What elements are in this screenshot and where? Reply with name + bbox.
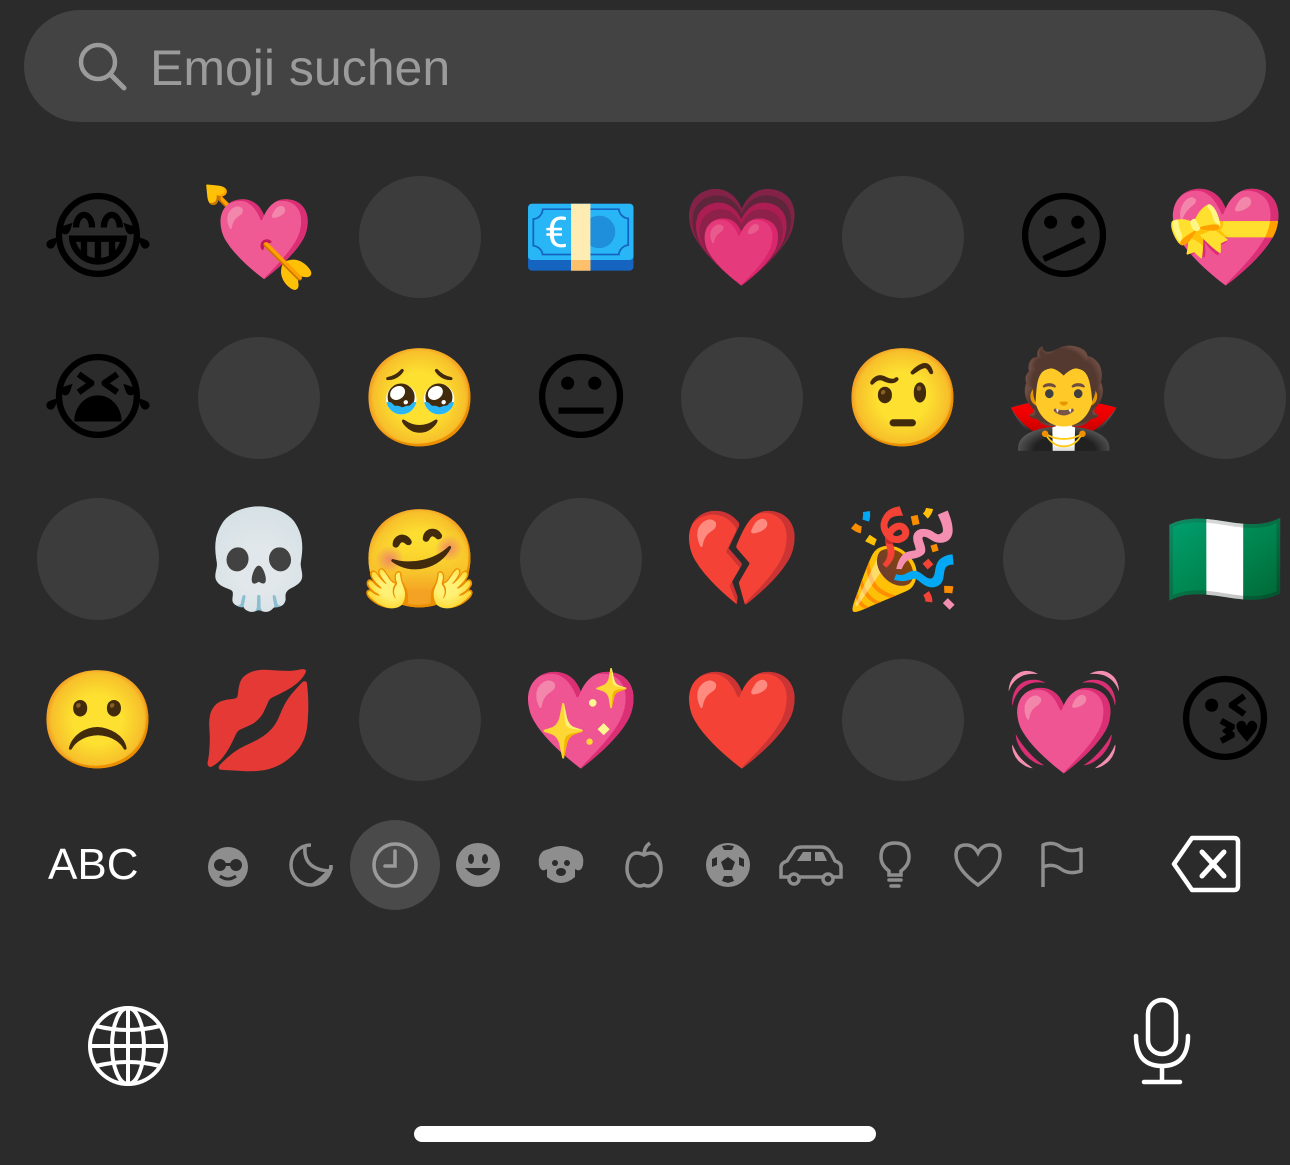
emoji-placeholder-key[interactable] — [667, 323, 817, 473]
emoji-glyph: 🎉 — [843, 503, 963, 615]
loading-placeholder — [359, 659, 481, 781]
emoji-key[interactable]: 🥹 — [345, 323, 495, 473]
emoji-key[interactable]: 🤨 — [828, 323, 978, 473]
category-smileys[interactable] — [443, 830, 513, 900]
emoji-glyph: 💶 — [521, 181, 641, 293]
emoji-placeholder-key[interactable] — [23, 484, 173, 634]
category-travel[interactable] — [776, 830, 846, 900]
emoji-key[interactable]: 💖 — [506, 645, 656, 795]
emoji-key[interactable]: 😘 — [1150, 645, 1290, 795]
dog-icon — [538, 846, 584, 883]
emoji-glyph: 💖 — [521, 664, 641, 776]
emoji-key[interactable]: 😭 — [23, 323, 173, 473]
emoji-glyph: 🧛 — [1004, 342, 1124, 454]
emoji-placeholder-key[interactable] — [184, 323, 334, 473]
loading-placeholder — [681, 337, 803, 459]
category-recents[interactable] — [350, 820, 440, 910]
microphone-icon[interactable] — [1130, 996, 1194, 1088]
emoji-glyph: 💝 — [1165, 181, 1285, 293]
emoji-glyph: 🥹 — [360, 342, 480, 454]
search-placeholder: Emoji suchen — [150, 40, 451, 96]
emoji-key[interactable]: 🇳🇬 — [1150, 484, 1290, 634]
emoji-key[interactable]: 🤗 — [345, 484, 495, 634]
category-food[interactable] — [609, 830, 679, 900]
category-memoji[interactable] — [193, 830, 263, 900]
clock-icon — [372, 842, 418, 888]
category-stickers[interactable] — [276, 830, 346, 900]
sticker-icon — [289, 843, 333, 887]
car-icon — [779, 845, 843, 886]
emoji-key[interactable]: 💝 — [1150, 162, 1290, 312]
smiley-icon — [456, 843, 500, 887]
emoji-key[interactable]: ❤️ — [667, 645, 817, 795]
emoji-placeholder-key[interactable] — [506, 484, 656, 634]
emoji-key[interactable]: 💓 — [989, 645, 1139, 795]
emoji-placeholder-key[interactable] — [828, 645, 978, 795]
soccer-ball-icon — [706, 843, 750, 887]
emoji-key[interactable]: 💗 — [667, 162, 817, 312]
backspace-icon[interactable] — [1170, 834, 1242, 894]
emoji-glyph: 💘 — [199, 181, 319, 293]
emoji-glyph: 🤗 — [360, 503, 480, 615]
emoji-glyph: 💀 — [199, 503, 319, 615]
emoji-glyph: 🇳🇬 — [1165, 503, 1285, 615]
abc-button[interactable]: ABC — [48, 840, 138, 890]
emoji-glyph: 😐 — [530, 342, 632, 454]
loading-placeholder — [37, 498, 159, 620]
emoji-key[interactable]: 🧛 — [989, 323, 1139, 473]
loading-placeholder — [520, 498, 642, 620]
emoji-search-field[interactable]: Emoji suchen — [24, 10, 1266, 122]
emoji-key[interactable]: 😐 — [506, 323, 656, 473]
loading-placeholder — [359, 176, 481, 298]
emoji-placeholder-key[interactable] — [828, 162, 978, 312]
emoji-glyph: 💓 — [1004, 664, 1124, 776]
category-activity[interactable] — [693, 830, 763, 900]
emoji-key[interactable]: 💘 — [184, 162, 334, 312]
emoji-glyph: 😕 — [1013, 181, 1115, 293]
apple-icon — [625, 841, 663, 888]
emoji-key[interactable]: 💀 — [184, 484, 334, 634]
emoji-key[interactable]: 💔 — [667, 484, 817, 634]
emoji-grid: 😂 💘 💶 💗 😕 💝 😭 🥹 😐 🤨 🧛 💀 🤗 💔 🎉 🇳🇬 ☹️ 💋 💖 ❤️ 💓 😘 — [0, 150, 1290, 800]
loading-placeholder — [842, 659, 964, 781]
search-icon — [78, 42, 127, 91]
emoji-glyph: 💔 — [682, 503, 802, 615]
emoji-placeholder-key[interactable] — [1150, 323, 1290, 473]
emoji-key[interactable]: 😂 — [23, 162, 173, 312]
category-bar: ABC — [0, 810, 1290, 920]
emoji-keyboard: Emoji suchen 😂 💘 💶 💗 😕 💝 😭 🥹 😐 🤨 🧛 💀 🤗 💔 🎉 🇳🇬 ☹️ 💋 💖 ❤️ 💓 😘 A… — [0, 0, 1290, 1165]
loading-placeholder — [1003, 498, 1125, 620]
flag-icon — [1041, 841, 1083, 887]
category-objects[interactable] — [860, 830, 930, 900]
emoji-placeholder-key[interactable] — [345, 162, 495, 312]
globe-icon[interactable] — [86, 1004, 170, 1088]
category-animals[interactable] — [526, 830, 596, 900]
emoji-glyph: 🤨 — [843, 342, 963, 454]
emoji-placeholder-key[interactable] — [345, 645, 495, 795]
category-flags[interactable] — [1026, 830, 1096, 900]
loading-placeholder — [1164, 337, 1286, 459]
emoji-glyph: 😂 — [41, 181, 155, 293]
home-indicator — [414, 1126, 876, 1142]
emoji-key[interactable]: 💶 — [506, 162, 656, 312]
memoji-icon — [208, 847, 248, 887]
emoji-key[interactable]: ☹️ — [23, 645, 173, 795]
emoji-glyph: 😘 — [1174, 664, 1276, 776]
emoji-placeholder-key[interactable] — [989, 484, 1139, 634]
emoji-glyph: 💋 — [199, 664, 319, 776]
emoji-glyph: ❤️ — [682, 664, 802, 776]
emoji-key[interactable]: 😕 — [989, 162, 1139, 312]
emoji-glyph: 💗 — [682, 181, 802, 293]
category-symbols[interactable] — [943, 830, 1013, 900]
emoji-glyph: 😭 — [41, 342, 155, 454]
emoji-key[interactable]: 💋 — [184, 645, 334, 795]
emoji-key[interactable]: 🎉 — [828, 484, 978, 634]
loading-placeholder — [842, 176, 964, 298]
lightbulb-icon — [879, 841, 911, 888]
loading-placeholder — [198, 337, 320, 459]
emoji-glyph: ☹️ — [38, 664, 158, 776]
heart-outline-icon — [954, 843, 1002, 888]
